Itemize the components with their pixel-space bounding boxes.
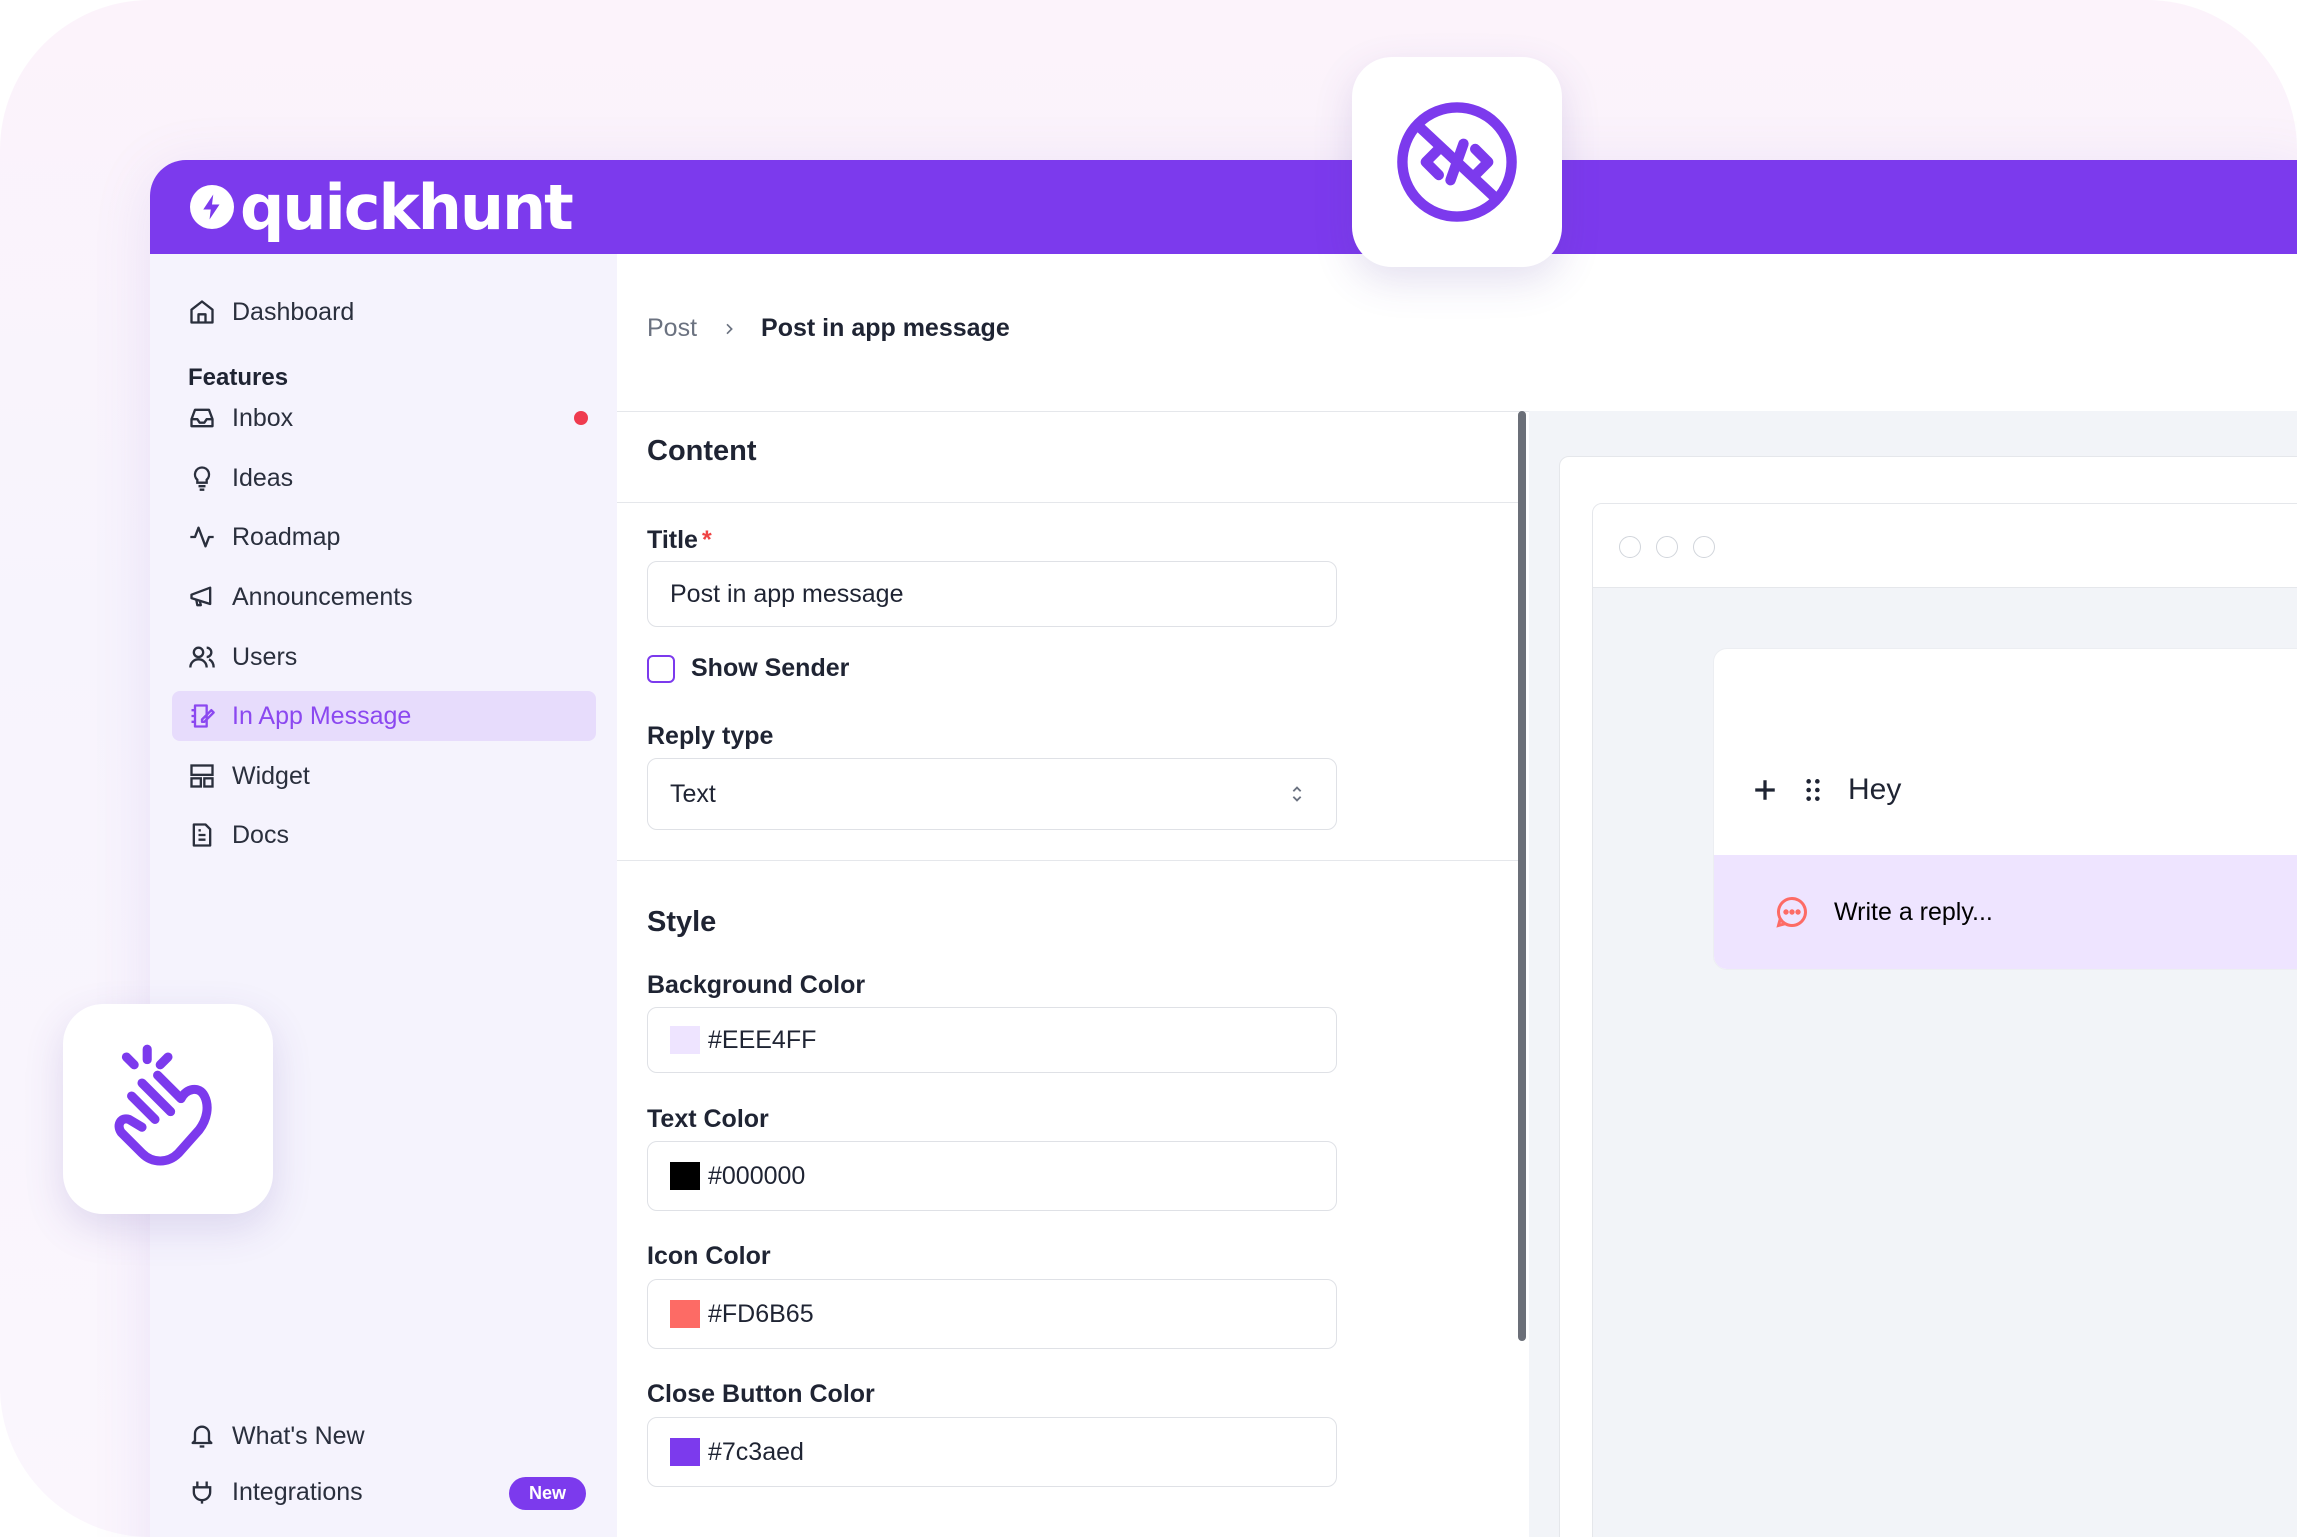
sidebar-item-dashboard[interactable]: Dashboard: [172, 287, 596, 337]
window-dot: [1693, 536, 1715, 558]
sidebar-item-label: Roadmap: [232, 522, 341, 551]
reply-type-select[interactable]: Text: [647, 758, 1337, 830]
sidebar-item-in-app-message[interactable]: In App Message: [172, 691, 596, 741]
home-icon: [190, 300, 214, 324]
sidebar-item-widget[interactable]: Widget: [172, 751, 596, 801]
reply-type-value: Text: [670, 779, 716, 808]
sidebar-item-inbox[interactable]: Inbox: [172, 393, 596, 443]
lightning-logo-icon: [190, 185, 234, 229]
brand-logo[interactable]: quickhunt: [190, 171, 574, 244]
browser-bar: [1593, 504, 2297, 588]
content-heading: Content: [647, 435, 757, 467]
main-content: Post Post in app message Content Title * …: [617, 254, 2297, 1537]
sidebar-item-label: Ideas: [232, 463, 294, 492]
sidebar-item-label: Announcements: [232, 582, 413, 611]
text-color-value: #000000: [708, 1161, 806, 1190]
reply-bar[interactable]: Write a reply...: [1714, 855, 2297, 969]
chat-bubble-icon: [1776, 896, 1807, 928]
sidebar-item-ideas[interactable]: Ideas: [172, 453, 596, 503]
no-code-icon: [1397, 102, 1517, 222]
form-scrollbar[interactable]: [1518, 411, 1526, 1341]
show-sender-label: Show Sender: [691, 654, 850, 682]
sidebar-item-integrations[interactable]: Integrations New: [172, 1467, 596, 1517]
close-button-color-value: #7c3aed: [708, 1437, 804, 1466]
unread-dot: [574, 411, 588, 425]
features-heading: Features: [188, 364, 289, 391]
sidebar-item-label: Inbox: [232, 403, 294, 432]
sidebar-item-label: Docs: [232, 820, 289, 849]
app-window: quickhunt Dashboard Features Inbox Ideas…: [150, 160, 2297, 1537]
sidebar-item-label: Widget: [232, 761, 310, 790]
content-divider: [617, 502, 1519, 503]
plus-icon[interactable]: [1752, 777, 1778, 803]
megaphone-icon: [190, 586, 212, 607]
preview-panel: Hey Write a reply...: [1529, 411, 2297, 1537]
close-button-color-swatch[interactable]: [670, 1438, 700, 1466]
sidebar-item-label: Users: [232, 642, 298, 671]
plug-icon: [192, 1481, 212, 1504]
sidebar-item-docs[interactable]: Docs: [172, 810, 596, 860]
file-text-icon: [192, 823, 212, 847]
form-panel: Content Title * Post in app message Show …: [617, 411, 1519, 1537]
message-text[interactable]: Hey: [1848, 773, 1901, 807]
lightbulb-icon: [193, 466, 211, 491]
close-button-color-input[interactable]: #7c3aed: [647, 1417, 1337, 1487]
message-preview: Hey Write a reply...: [1713, 648, 2297, 970]
breadcrumb-current: Post in app message: [761, 314, 1010, 342]
sidebar-item-label: What's New: [232, 1421, 365, 1450]
window-dot: [1619, 536, 1641, 558]
top-header: quickhunt: [150, 160, 2297, 254]
notebook-pen-icon: [191, 704, 215, 728]
new-badge: New: [508, 1477, 586, 1510]
users-icon: [189, 646, 215, 668]
show-sender-row[interactable]: Show Sender: [647, 654, 849, 683]
sidebar-item-label: Integrations: [232, 1477, 363, 1506]
breadcrumb-post-link[interactable]: Post: [647, 314, 697, 343]
required-marker: *: [701, 526, 712, 554]
breadcrumb: Post Post in app message: [647, 314, 1010, 343]
sidebar-item-label: In App Message: [232, 701, 412, 730]
close-button-color-label: Close Button Color: [647, 1380, 875, 1408]
show-sender-checkbox[interactable]: [647, 654, 675, 683]
reply-placeholder: Write a reply...: [1834, 897, 1993, 926]
message-editor: Hey: [1752, 773, 1901, 807]
sidebar-item-whats-new[interactable]: What's New: [172, 1411, 596, 1461]
window-dot: [1656, 536, 1678, 558]
icon-color-input[interactable]: #FD6B65: [647, 1279, 1337, 1349]
reply-type-label: Reply type: [647, 722, 774, 750]
background-color-value: #EEE4FF: [708, 1025, 817, 1054]
inbox-icon: [190, 408, 214, 428]
style-heading: Style: [647, 906, 717, 938]
style-divider: [617, 860, 1519, 861]
background-color-label: Background Color: [647, 971, 866, 999]
title-label-text: Title: [647, 526, 698, 554]
sidebar-item-users[interactable]: Users: [172, 632, 596, 682]
sidebar-item-announcements[interactable]: Announcements: [172, 572, 596, 622]
icon-color-value: #FD6B65: [708, 1299, 814, 1328]
bell-icon: [191, 1425, 213, 1448]
text-color-input[interactable]: #000000: [647, 1141, 1337, 1211]
icon-color-label: Icon Color: [647, 1242, 771, 1270]
brand-name: quickhunt: [240, 170, 574, 244]
background-color-swatch[interactable]: [670, 1026, 700, 1054]
snap-fingers-icon: [114, 1044, 212, 1166]
sidebar: Dashboard Features Inbox Ideas Roadmap A…: [150, 254, 617, 1537]
activity-icon: [190, 526, 214, 548]
title-input-value: Post in app message: [670, 579, 904, 608]
icon-color-swatch[interactable]: [670, 1300, 700, 1328]
title-input[interactable]: Post in app message: [647, 561, 1337, 627]
drag-handle-icon[interactable]: [1804, 777, 1822, 803]
no-code-tile: [1352, 57, 1562, 267]
text-color-swatch[interactable]: [670, 1162, 700, 1190]
title-label: Title *: [647, 526, 712, 555]
browser-mockup: Hey Write a reply...: [1592, 503, 2297, 1537]
sidebar-item-label: Dashboard: [232, 297, 355, 326]
layout-icon: [190, 764, 214, 788]
sidebar-item-roadmap[interactable]: Roadmap: [172, 512, 596, 562]
text-color-label: Text Color: [647, 1105, 769, 1133]
background-color-input[interactable]: #EEE4FF: [647, 1007, 1337, 1073]
snap-tile: [63, 1004, 273, 1214]
chevron-right-icon: [726, 323, 733, 334]
chevron-up-down-icon: [1292, 786, 1302, 802]
